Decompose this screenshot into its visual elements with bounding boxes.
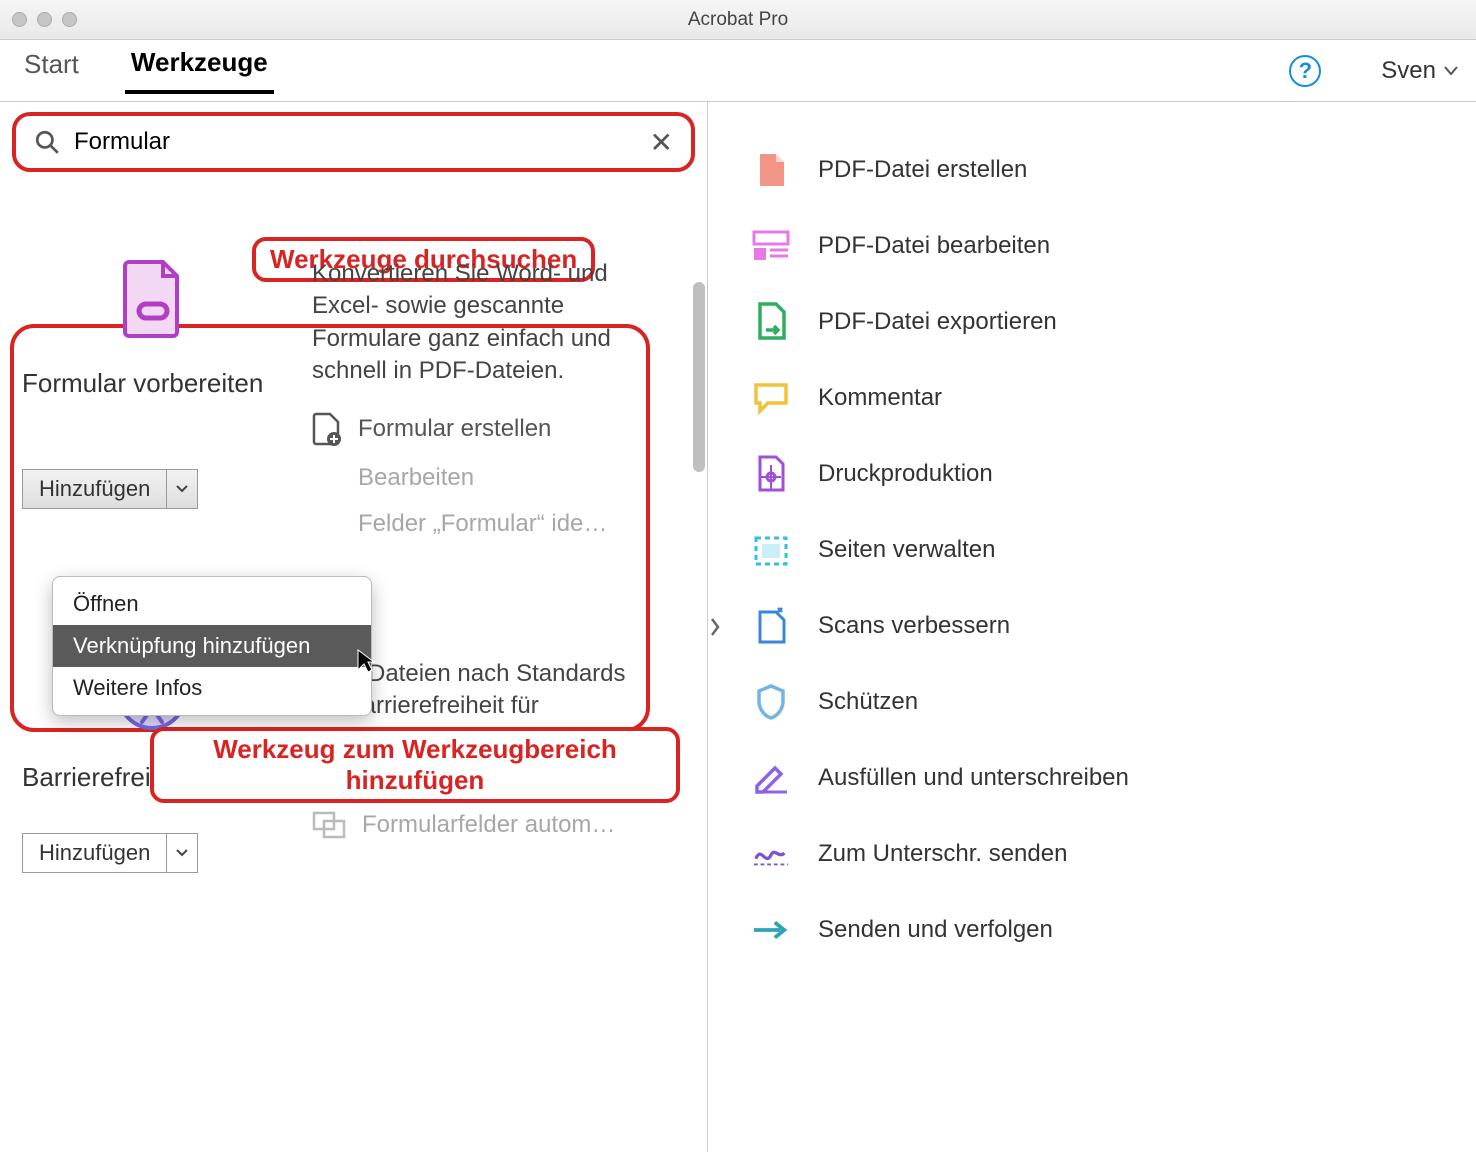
titlebar: Acrobat Pro [0,0,1476,40]
chevron-down-icon [176,485,188,493]
sidebar-tool-sendtrack[interactable]: Senden und verfolgen [752,892,1446,968]
sidebar-tool-label: PDF-Datei exportieren [818,308,1057,336]
menu-item-more-info[interactable]: Weitere Infos [53,667,371,709]
chevron-down-icon [1444,66,1458,76]
sidebar-tool-sendsign[interactable]: Zum Unterschr. senden [752,816,1446,892]
menu-item-open[interactable]: Öffnen [53,583,371,625]
sidebar-tool-print[interactable]: Druckproduktion [752,436,1446,512]
add-button-formular[interactable]: Hinzufügen [22,469,198,509]
search-wrap: ✕ [0,102,707,182]
menu-item-add-shortcut[interactable]: Verknüpfung hinzufügen [53,625,371,667]
mouse-cursor-icon [356,648,376,674]
action-identify-label: Felder „Formular“ ide… [358,510,607,538]
add-button-caret[interactable] [167,834,197,872]
sidebar-tool-label: PDF-Datei bearbeiten [818,232,1050,260]
search-input[interactable] [74,128,636,156]
action-auto-fields[interactable]: Formularfelder autom… [312,811,685,839]
tools-pane: ✕ Werkzeuge durchsuchen Formular vorbere… [0,102,708,1152]
comment-icon [752,379,790,417]
tab-tools[interactable]: Werkzeuge [125,47,274,94]
pages-icon [752,531,790,569]
user-name: Sven [1381,57,1436,85]
user-menu[interactable]: Sven [1381,57,1458,85]
main-tabs-row: Start Werkzeuge ? Sven [0,40,1476,102]
sendtrack-icon [752,911,790,949]
close-window-icon[interactable] [12,12,27,27]
add-dropdown-menu: Öffnen Verknüpfung hinzufügen Weitere In… [52,576,372,716]
scan-icon [752,607,790,645]
sidebar-tool-label: Scans verbessern [818,612,1010,640]
sidebar-tool-label: Schützen [818,688,918,716]
protect-icon [752,683,790,721]
form-icon [112,258,192,338]
sidebar-tool-pages[interactable]: Seiten verwalten [752,512,1446,588]
zoom-window-icon[interactable] [62,12,77,27]
sidebar-tool-create[interactable]: PDF-Datei erstellen [752,132,1446,208]
document-plus-icon [312,412,342,446]
sidebar-tool-comment[interactable]: Kommentar [752,360,1446,436]
sidebar-tool-export[interactable]: PDF-Datei exportieren [752,284,1446,360]
chevron-right-icon [709,616,721,638]
pane-divider[interactable] [708,102,722,1152]
sidebar-tool-scan[interactable]: Scans verbessern [752,588,1446,664]
tool-title-formular: Formular vorbereiten [22,368,282,399]
action-create-form[interactable]: Formular erstellen [312,412,685,446]
chevron-down-icon [176,849,188,857]
add-button-label: Hinzufügen [23,470,167,508]
tools-sidebar: PDF-Datei erstellen PDF-Datei bearbeiten P… [722,102,1476,1152]
action-edit-label: Bearbeiten [358,464,474,492]
sidebar-tool-edit[interactable]: PDF-Datei bearbeiten [752,208,1446,284]
window-title: Acrobat Pro [688,9,788,31]
annotation-add-tool: Werkzeug zum Werkzeugbereich hinzufügen [150,727,680,803]
action-edit-form[interactable]: Bearbeiten [312,464,685,492]
action-identify-fields[interactable]: Felder „Formular“ ide… [312,510,685,538]
sidebar-tool-label: Seiten verwalten [818,536,995,564]
search-box[interactable]: ✕ [12,112,695,172]
tool-card-formular: Formular vorbereiten Hinzufügen Konverti… [22,258,685,538]
print-icon [752,455,790,493]
action-auto-label: Formularfelder autom… [362,811,615,839]
export-icon [752,303,790,341]
tool-main-formular: Konvertieren Sie Word- und Excel- sowie … [312,258,685,538]
add-button-caret[interactable] [167,470,197,508]
sidebar-tool-fill[interactable]: Ausfüllen und unterschreiben [752,740,1446,816]
fill-icon [752,759,790,797]
content-area: ✕ Werkzeuge durchsuchen Formular vorbere… [0,102,1476,1152]
sidebar-tool-label: Kommentar [818,384,942,412]
clear-search-icon[interactable]: ✕ [650,126,673,159]
tool-desc-formular: Konvertieren Sie Word- und Excel- sowie … [312,258,652,388]
traffic-lights [12,12,77,27]
edit-icon [752,227,790,265]
add-button-accessibility[interactable]: Hinzufügen [22,833,198,873]
tab-start[interactable]: Start [18,49,85,92]
sendsign-icon [752,835,790,873]
sidebar-tool-protect[interactable]: Schützen [752,664,1446,740]
sidebar-tool-label: Druckproduktion [818,460,993,488]
sidebar-tool-label: Senden und verfolgen [818,916,1053,944]
sidebar-tool-label: Zum Unterschr. senden [818,840,1067,868]
search-icon [34,129,60,155]
help-icon[interactable]: ? [1289,55,1321,87]
add-button-label: Hinzufügen [23,834,167,872]
sidebar-tool-label: PDF-Datei erstellen [818,156,1027,184]
create-icon [752,151,790,189]
action-create-label: Formular erstellen [358,415,551,443]
minimize-window-icon[interactable] [37,12,52,27]
sidebar-tool-label: Ausfüllen und unterschreiben [818,764,1129,792]
overlap-rect-icon [312,811,346,839]
